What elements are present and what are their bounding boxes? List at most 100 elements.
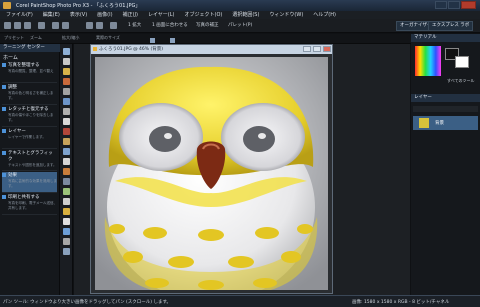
window-title: Corel PaintShop Photo Pro X3 - 「ふくろう01.J… (16, 3, 141, 9)
color-spectrum-picker[interactable] (415, 46, 441, 76)
menu-objects[interactable]: オブジェクト(O) (185, 11, 223, 19)
image-minimize-button[interactable] (303, 46, 311, 52)
pen-tool-icon[interactable] (63, 238, 70, 245)
airbrush-icon[interactable] (63, 178, 70, 185)
menu-file[interactable]: ファイル(F) (6, 11, 33, 19)
status-bar: パン ツール: ウィンドウより大きい画像をドラッグしてパン (スクロール) しま… (0, 295, 480, 307)
main-toolbar: 1 拡大 1 画面に合わせる 写真の補正 パレット(P) オーガナイザー エクス… (0, 19, 480, 33)
minimize-button[interactable] (435, 1, 447, 9)
learning-item-print-share[interactable]: 印刷と共有する 写真を印刷、電子メール送信、共有します。 (2, 194, 57, 215)
warp-brush-icon[interactable] (63, 248, 70, 255)
layers-toolbar (413, 106, 478, 112)
save-icon[interactable] (24, 22, 31, 29)
learning-center-header: ラーニング センター (0, 44, 60, 52)
pan-tool-icon[interactable] (63, 48, 70, 55)
image-maximize-button[interactable] (313, 46, 321, 52)
close-button[interactable] (461, 1, 476, 9)
menu-layers[interactable]: レイヤー(L) (148, 11, 175, 19)
learning-item-retouch[interactable]: レタッチと復元する 写真の傷やほこりを除去します。 (2, 106, 57, 127)
bullet-icon (2, 173, 6, 177)
menu-edit[interactable]: 編集(E) (43, 11, 60, 19)
crop-tool-icon[interactable] (63, 108, 70, 115)
app-icon (3, 2, 11, 9)
bullet-icon (2, 151, 6, 155)
image-window[interactable]: ふくろう01.JPG @ 46% (背景) (90, 44, 333, 294)
actual-size-label: 実際のサイズ (96, 35, 120, 40)
workspace: ふくろう01.JPG @ 46% (背景) (74, 44, 410, 295)
express-lab-button[interactable]: エクスプレス ラボ (428, 21, 474, 31)
zoom-tool-icon[interactable] (63, 58, 70, 65)
menu-help[interactable]: ヘルプ(H) (313, 11, 336, 19)
title-bar: Corel PaintShop Photo Pro X3 - 「ふくろう01.J… (0, 0, 480, 11)
status-message: パン ツール: ウィンドウより大きい画像をドラッグしてパン (スクロール) しま… (3, 300, 172, 305)
copy-icon[interactable] (86, 22, 93, 29)
crop-icon[interactable] (110, 22, 117, 29)
fit-icon[interactable] (150, 38, 155, 43)
learning-item-title: 写真を整理する (8, 63, 40, 68)
flood-fill-icon[interactable] (63, 208, 70, 215)
bullet-icon (2, 195, 6, 199)
learning-item-desc: テキストや図形を追加します。 (8, 163, 57, 167)
zoom-in-label[interactable]: 1 拡大 (128, 22, 141, 28)
new-icon[interactable] (4, 22, 11, 29)
shape-tool-icon[interactable] (63, 228, 70, 235)
learning-item-desc: 写真の色と明るさを補正します。 (8, 91, 54, 100)
selection-tool-icon[interactable] (63, 88, 70, 95)
text-tool-icon[interactable] (63, 218, 70, 225)
palette-label[interactable]: パレット(P) (228, 22, 252, 28)
eraser-icon[interactable] (63, 198, 70, 205)
learning-item-title: テキストとグラフィック (8, 151, 53, 162)
tool-options-bar: プリセット ズーム 拡大/縮小 実際のサイズ (0, 34, 480, 44)
learning-item-text-graphics[interactable]: テキストとグラフィック テキストや図形を追加します。 (2, 150, 57, 171)
tools-toolbar (60, 44, 73, 295)
paste-icon[interactable] (96, 22, 103, 29)
menu-adjust[interactable]: 補正(J) (123, 11, 138, 19)
learning-item-title: レイヤー (8, 129, 26, 134)
learning-item-desc: 写真を印刷、電子メール送信、共有します。 (8, 201, 57, 210)
layer-row-background[interactable]: 背景 (413, 116, 478, 130)
undo-icon[interactable] (52, 22, 59, 29)
learning-item-desc: 写真に芸術的な効果を適用します。 (8, 179, 57, 188)
learning-item-organize[interactable]: 写真を整理する 写真の閲覧、整理、並べ替え (2, 62, 57, 83)
learning-item-title: 印刷と共有する (8, 195, 40, 200)
image-window-titlebar[interactable]: ふくろう01.JPG @ 46% (背景) (91, 45, 332, 54)
learning-home-link[interactable]: ホーム (3, 54, 18, 61)
owl-figurine-image (95, 57, 328, 290)
clone-tool-icon[interactable] (63, 148, 70, 155)
print-icon[interactable] (38, 22, 45, 29)
image-close-button[interactable] (323, 46, 331, 52)
menu-view[interactable]: 表示(V) (70, 11, 87, 19)
learning-item-layers[interactable]: レイヤー レイヤーで作業します。 (2, 128, 57, 149)
maximize-button[interactable] (448, 1, 460, 9)
pick-tool-icon[interactable] (63, 68, 70, 75)
zoom-fit-label[interactable]: 1 画面に合わせる (152, 22, 188, 28)
learning-center-panel: ラーニング センター ホーム 写真を整理する 写真の閲覧、整理、並べ替え 調整 … (0, 44, 60, 295)
all-tools-label[interactable]: すべてのツール (447, 78, 475, 84)
menu-window[interactable]: ウィンドウ(W) (269, 11, 303, 19)
red-eye-tool-icon[interactable] (63, 128, 70, 135)
background-swatch[interactable] (455, 56, 469, 68)
redo-icon[interactable] (62, 22, 69, 29)
scratch-remover-icon[interactable] (63, 158, 70, 165)
open-icon[interactable] (14, 22, 21, 29)
bullet-icon (2, 85, 6, 89)
lighten-darken-icon[interactable] (63, 188, 70, 195)
dropper-tool-icon[interactable] (63, 98, 70, 105)
adjust-label[interactable]: 写真の補正 (196, 22, 219, 28)
zoom-label: ズーム (30, 35, 42, 40)
menu-image[interactable]: 画像(I) (97, 11, 112, 19)
move-tool-icon[interactable] (63, 78, 70, 85)
learning-item-adjust[interactable]: 調整 写真の色と明るさを補正します。 (2, 84, 57, 105)
learning-item-effects[interactable]: 効果 写真に芸術的な効果を適用します。 (2, 172, 57, 193)
owl-photo[interactable] (95, 57, 328, 290)
learning-item-desc: 写真の傷やほこりを除去します。 (8, 113, 54, 122)
actual-size-icon[interactable] (170, 38, 175, 43)
preset-label: プリセット (4, 35, 24, 40)
straighten-tool-icon[interactable] (63, 118, 70, 125)
scale-label: 拡大/縮小 (62, 35, 80, 40)
image-info: 画像: 1580 x 1580 x RGB - 8 ビット/チャネル (352, 300, 450, 305)
right-panels: マテリアル すべてのツール レイヤー 背景 (411, 34, 480, 295)
menu-selections[interactable]: 選択範囲(S) (232, 11, 259, 19)
paint-brush-icon[interactable] (63, 168, 70, 175)
makeover-tool-icon[interactable] (63, 138, 70, 145)
